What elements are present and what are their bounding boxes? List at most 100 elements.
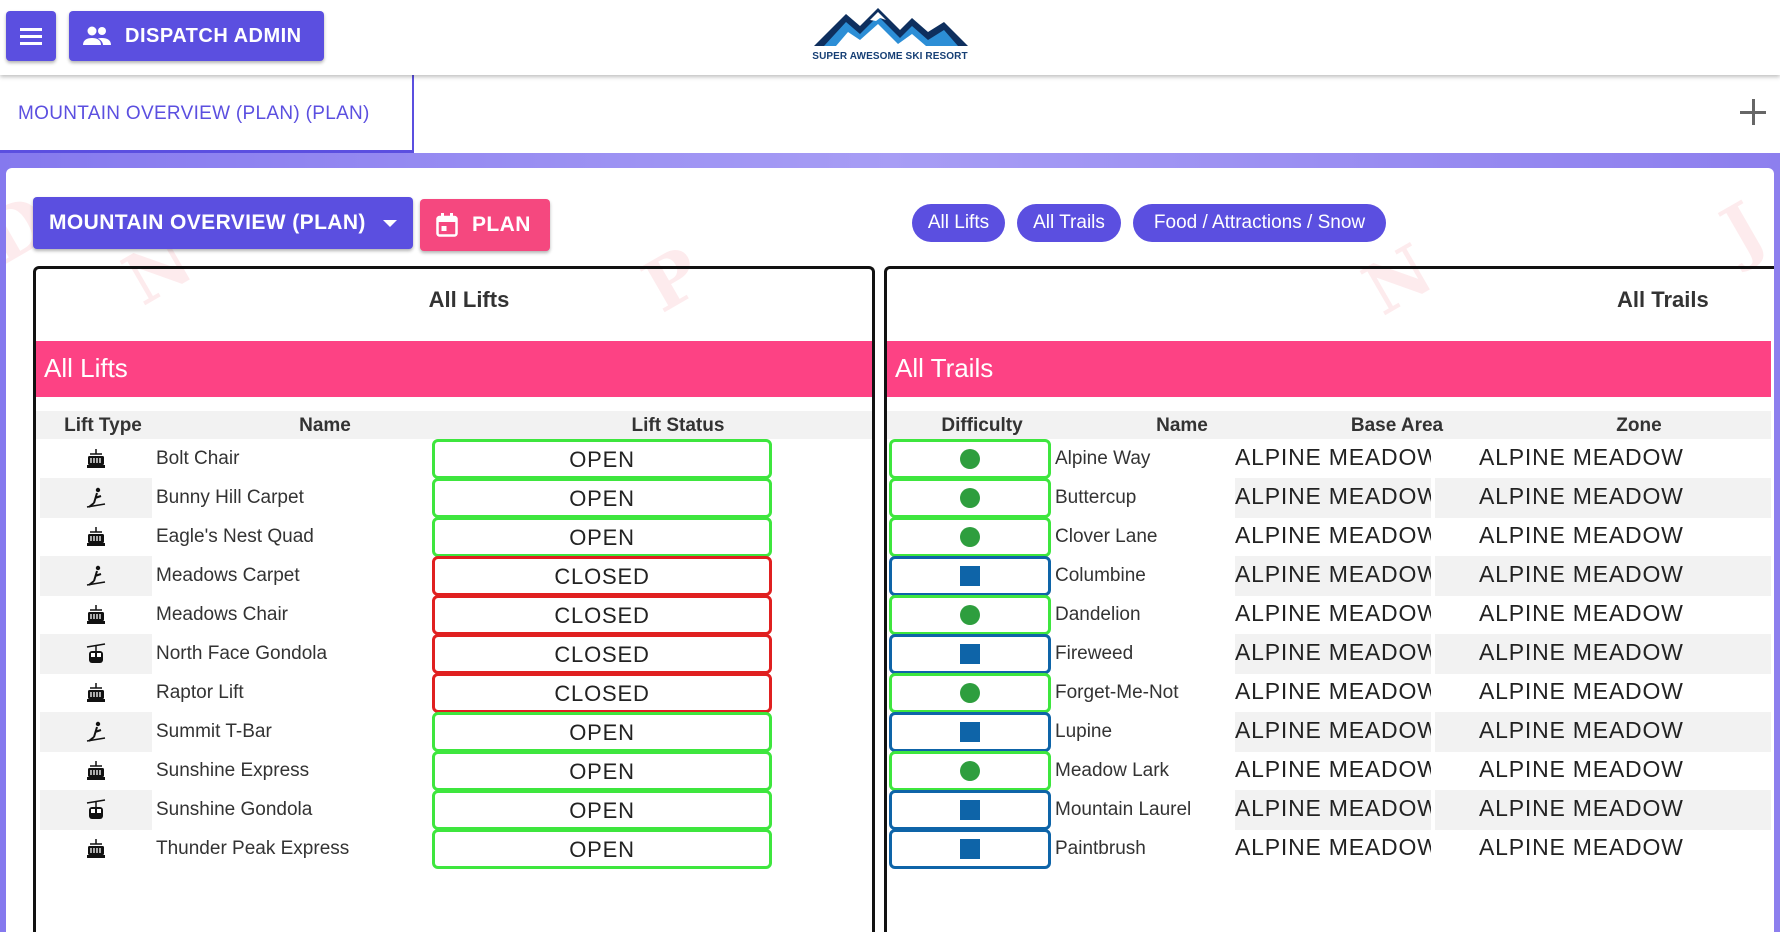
col-zone: Zone xyxy=(1616,415,1662,436)
lift-name: Meadows Chair xyxy=(156,604,288,625)
trail-row[interactable]: Mountain Laurel ALPINE MEADOWSALPINE MEAD… xyxy=(887,788,1771,832)
lift-row[interactable]: Thunder Peak Express OPEN xyxy=(36,827,872,871)
lift-status-badge[interactable]: CLOSED xyxy=(432,595,772,635)
plan-button[interactable]: PLAN xyxy=(420,199,550,251)
trail-row[interactable]: Meadow Lark ALPINE MEADOWS ALPINE MEADOW xyxy=(887,749,1771,793)
chair-icon xyxy=(40,517,152,557)
lift-status-badge[interactable]: CLOSED xyxy=(432,634,772,674)
trail-zone: ALPINE MEADOW xyxy=(1479,522,1684,548)
green-circle-icon xyxy=(960,683,980,703)
lift-row[interactable]: Bunny Hill Carpet OPEN xyxy=(36,476,872,520)
green-circle-icon xyxy=(960,605,980,625)
lift-row[interactable]: Meadows Chair CLOSED xyxy=(36,593,872,637)
difficulty-badge[interactable] xyxy=(889,478,1051,518)
col-difficulty: Difficulty xyxy=(941,415,1023,436)
lift-name: North Face Gondola xyxy=(156,643,328,664)
difficulty-badge[interactable] xyxy=(889,712,1051,752)
trail-base-area: ALPINE MEADOWS xyxy=(1235,634,1431,674)
hamburger-icon xyxy=(20,28,42,45)
lift-row[interactable]: North Face Gondola CLOSED xyxy=(36,632,872,676)
trail-row[interactable]: Alpine Way ALPINE MEADOWS ALPINE MEADOW xyxy=(887,437,1771,481)
chair-icon xyxy=(40,829,152,869)
trails-panel-title: All Trails xyxy=(1617,287,1709,312)
trail-row[interactable]: Fireweed ALPINE MEADOWSALPINE MEADOW xyxy=(887,632,1771,676)
lift-status-badge[interactable]: OPEN xyxy=(432,478,772,518)
lift-status-badge[interactable]: CLOSED xyxy=(432,556,772,596)
dispatch-admin-label: DISPATCH ADMIN xyxy=(125,24,302,47)
lift-name: Bunny Hill Carpet xyxy=(156,487,304,508)
trail-zone: ALPINE MEADOW xyxy=(1435,712,1771,752)
green-circle-icon xyxy=(960,527,980,547)
trail-base-area: ALPINE MEADOWS xyxy=(1235,444,1431,470)
filter-chip-food-attractions-snow[interactable]: Food / Attractions / Snow xyxy=(1133,204,1386,242)
chevron-down-icon xyxy=(383,220,397,227)
trail-row[interactable]: Forget-Me-Not ALPINE MEADOWS ALPINE MEADOW xyxy=(887,671,1771,715)
lift-row[interactable]: Sunshine Express OPEN xyxy=(36,749,872,793)
chair-icon xyxy=(40,595,152,635)
trail-row[interactable]: Columbine ALPINE MEADOWSALPINE MEADOW xyxy=(887,554,1771,598)
trail-name: Forget-Me-Not xyxy=(1055,682,1179,703)
view-select-value: MOUNTAIN OVERVIEW (PLAN) xyxy=(49,211,366,234)
lift-name: Sunshine Gondola xyxy=(156,799,313,820)
gondola-icon xyxy=(40,634,152,674)
dispatch-admin-button[interactable]: DISPATCH ADMIN xyxy=(69,11,324,61)
difficulty-badge[interactable] xyxy=(889,634,1051,674)
trail-name: Mountain Laurel xyxy=(1055,799,1192,820)
lift-row[interactable]: Summit T-Bar OPEN xyxy=(36,710,872,754)
tab-mountain-overview[interactable]: MOUNTAIN OVERVIEW (PLAN) (PLAN) xyxy=(0,75,414,153)
difficulty-badge[interactable] xyxy=(889,829,1051,869)
difficulty-badge[interactable] xyxy=(889,517,1051,557)
trail-name: Meadow Lark xyxy=(1055,760,1170,781)
filter-chip-all-lifts[interactable]: All Lifts xyxy=(912,204,1005,242)
lift-row[interactable]: Eagle's Nest Quad OPEN xyxy=(36,515,872,559)
difficulty-badge[interactable] xyxy=(889,595,1051,635)
chair-icon xyxy=(40,751,152,791)
filter-chip-all-trails[interactable]: All Trails xyxy=(1017,204,1121,242)
gondola-icon xyxy=(40,790,152,830)
lift-status-badge[interactable]: OPEN xyxy=(432,790,772,830)
trails-panel: All Trails All Trails Difficulty Name Ba… xyxy=(884,266,1774,932)
view-select[interactable]: MOUNTAIN OVERVIEW (PLAN) xyxy=(33,197,413,249)
trail-name: Buttercup xyxy=(1055,487,1137,508)
lift-status-badge[interactable]: OPEN xyxy=(432,829,772,869)
lift-row[interactable]: Meadows Carpet CLOSED xyxy=(36,554,872,598)
trail-zone: ALPINE MEADOW xyxy=(1435,478,1771,518)
surface-lift-icon xyxy=(40,712,152,752)
lift-row[interactable]: Raptor Lift CLOSED xyxy=(36,671,872,715)
trail-name: Lupine xyxy=(1055,721,1113,742)
trail-zone: ALPINE MEADOW xyxy=(1435,634,1771,674)
lifts-banner: All Lifts xyxy=(36,341,872,397)
add-tab-icon[interactable] xyxy=(1740,99,1766,125)
difficulty-badge[interactable] xyxy=(889,790,1051,830)
trail-name: Fireweed xyxy=(1055,643,1134,664)
trail-base-area: ALPINE MEADOWS xyxy=(1235,478,1431,518)
lift-status-badge[interactable]: OPEN xyxy=(432,517,772,557)
lift-status-badge[interactable]: OPEN xyxy=(432,439,772,479)
col-lift-type: Lift Type xyxy=(64,415,142,436)
trail-row[interactable]: Dandelion ALPINE MEADOWS ALPINE MEADOW xyxy=(887,593,1771,637)
trail-base-area: ALPINE MEADOWS xyxy=(1235,756,1431,782)
trail-base-area: ALPINE MEADOWS xyxy=(1235,834,1431,860)
watermark: J xyxy=(1707,185,1774,274)
lift-status-badge[interactable]: OPEN xyxy=(432,751,772,791)
menu-button[interactable] xyxy=(6,11,56,61)
trail-row[interactable]: Paintbrush ALPINE MEADOWS ALPINE MEADOW xyxy=(887,827,1771,871)
lift-status-badge[interactable]: OPEN xyxy=(432,712,772,752)
trail-zone: ALPINE MEADOW xyxy=(1479,678,1684,704)
green-circle-icon xyxy=(960,761,980,781)
lift-row[interactable]: Sunshine Gondola OPEN xyxy=(36,788,872,832)
trail-row[interactable]: Buttercup ALPINE MEADOWSALPINE MEADOW xyxy=(887,476,1771,520)
difficulty-badge[interactable] xyxy=(889,439,1051,479)
trail-zone: ALPINE MEADOW xyxy=(1479,834,1684,860)
people-icon xyxy=(83,26,111,45)
difficulty-badge[interactable] xyxy=(889,673,1051,713)
lift-row[interactable]: Bolt Chair OPEN xyxy=(36,437,872,481)
blue-square-icon xyxy=(960,566,980,586)
difficulty-badge[interactable] xyxy=(889,556,1051,596)
trail-row[interactable]: Lupine ALPINE MEADOWSALPINE MEADOW xyxy=(887,710,1771,754)
lift-status-badge[interactable]: CLOSED xyxy=(432,673,772,713)
trail-name: Columbine xyxy=(1055,565,1146,586)
trail-row[interactable]: Clover Lane ALPINE MEADOWS ALPINE MEADOW xyxy=(887,515,1771,559)
mountain-logo-icon xyxy=(814,8,968,46)
difficulty-badge[interactable] xyxy=(889,751,1051,791)
